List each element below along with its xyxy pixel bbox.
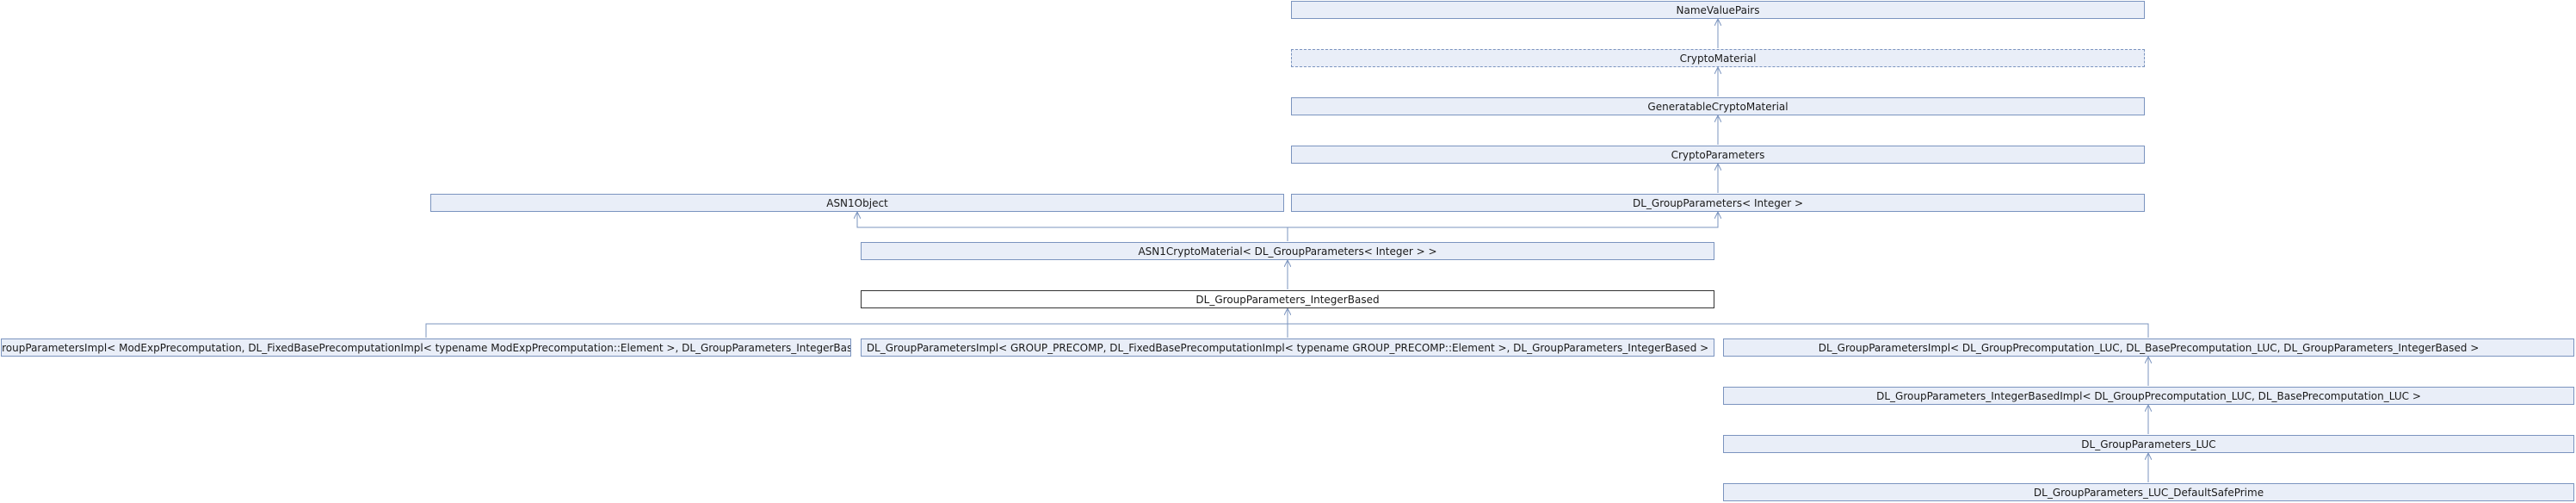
node-crypto-parameters[interactable]: CryptoParameters <box>1291 146 2145 164</box>
node-label: CryptoMaterial <box>1679 52 1757 65</box>
node-name-value-pairs[interactable]: NameValuePairs <box>1291 1 2145 19</box>
node-label: ASN1Object <box>826 196 888 209</box>
node-label: DL_GroupParameters_LUC <box>2081 438 2216 450</box>
node-label: ASN1CryptoMaterial< DL_GroupParameters< … <box>1138 245 1437 258</box>
node-label: CryptoParameters <box>1671 148 1765 161</box>
node-dl-group-parameters-integer-based: DL_GroupParameters_IntegerBased <box>861 290 1714 308</box>
node-label: NameValuePairs <box>1676 3 1760 16</box>
edge-asn1-crypto-material-to-asn1-object <box>857 213 1288 241</box>
node-label: DL_GroupParameters_IntegerBased <box>1195 293 1380 306</box>
inheritance-diagram: NameValuePairs CryptoMaterial Generatabl… <box>0 0 2576 503</box>
node-generatable-crypto-material[interactable]: GeneratableCryptoMaterial <box>1291 97 2145 115</box>
node-label: DL_GroupParametersImpl< ModExpPrecomputa… <box>1 341 851 354</box>
edge-asn1-crypto-material-to-dl-group-parameters <box>1288 213 1718 228</box>
node-asn1-crypto-material[interactable]: ASN1CryptoMaterial< DL_GroupParameters< … <box>861 242 1714 260</box>
node-label: DL_GroupParameters_IntegerBasedImpl< DL_… <box>1876 389 2421 402</box>
node-dl-group-parameters-integer[interactable]: DL_GroupParameters< Integer > <box>1291 194 2145 212</box>
node-impl-group-precomp[interactable]: DL_GroupParametersImpl< GROUP_PRECOMP, D… <box>861 338 1714 357</box>
node-label: DL_GroupParametersImpl< DL_GroupPrecompu… <box>1818 341 2480 354</box>
node-luc-default-safe-prime[interactable]: DL_GroupParameters_LUC_DefaultSafePrime <box>1723 483 2574 501</box>
node-label: DL_GroupParametersImpl< GROUP_PRECOMP, D… <box>866 341 1709 354</box>
node-label: DL_GroupParameters< Integer > <box>1632 196 1804 209</box>
node-asn1-object[interactable]: ASN1Object <box>430 194 1284 212</box>
node-group-parameters-luc[interactable]: DL_GroupParameters_LUC <box>1723 435 2574 453</box>
node-impl-modexp[interactable]: DL_GroupParametersImpl< ModExpPrecomputa… <box>1 338 851 357</box>
node-impl-luc[interactable]: DL_GroupParametersImpl< DL_GroupPrecompu… <box>1723 338 2574 357</box>
node-label: GeneratableCryptoMaterial <box>1647 100 1788 113</box>
node-label: DL_GroupParameters_LUC_DefaultSafePrime <box>2033 486 2264 499</box>
node-integer-based-impl-luc[interactable]: DL_GroupParameters_IntegerBasedImpl< DL_… <box>1723 387 2574 405</box>
node-crypto-material[interactable]: CryptoMaterial <box>1291 49 2145 67</box>
